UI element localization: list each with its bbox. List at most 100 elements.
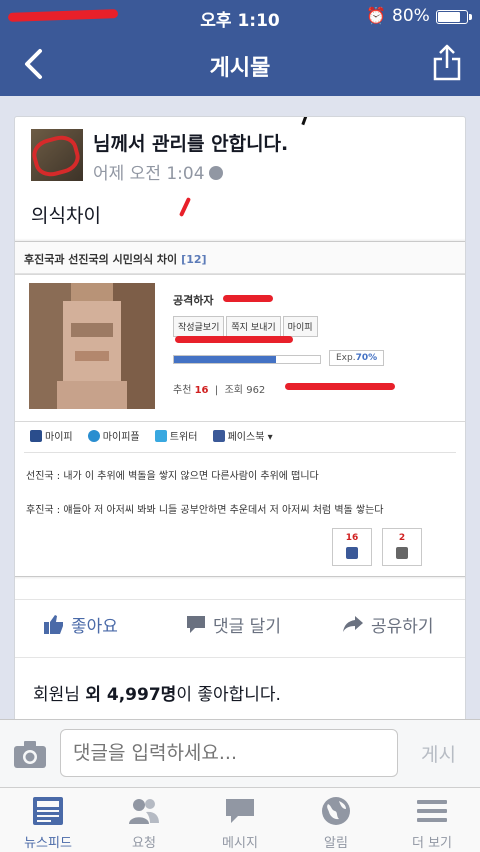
profile-buttons: 작성글보기 쪽지 보내기 마이피 <box>173 315 320 337</box>
likes-summary[interactable]: 회원님 외 4,997명이 좋아합니다. <box>33 680 281 705</box>
share-label: 공유하기 <box>371 617 434 637</box>
vote-down-count: 2 <box>398 533 406 543</box>
tab-label: 뉴스피드 <box>24 836 72 851</box>
blurred-photo <box>29 283 155 409</box>
tab-news-feed[interactable]: 뉴스피드 <box>0 788 96 852</box>
mypi-icon <box>30 430 42 442</box>
share-post-button[interactable]: 공유하기 <box>341 612 434 637</box>
pen-mark <box>301 117 308 126</box>
sns-twitter-label: 트위터 <box>169 432 198 443</box>
embed-title-text: 후진국과 선진국의 시민의식 차이 <box>24 253 178 266</box>
tab-bar: 뉴스피드 요청 메시지 알림 더 보기 <box>0 787 480 852</box>
likes-count: 외 4,997명 <box>85 685 177 705</box>
post-card: 님께서 관리를 안합니다. 어제 오전 1:04 의식차이 후진국과 선진국의 … <box>14 116 466 728</box>
likes-suffix: 이 좋아합니다. <box>176 685 281 705</box>
tab-label: 메시지 <box>222 836 258 851</box>
likes-prefix: 회원님 <box>33 685 86 705</box>
view-posts-button[interactable]: 작성글보기 <box>173 316 225 337</box>
battery-percent: 80% <box>392 6 430 26</box>
vote-up-count: 16 <box>345 533 359 543</box>
sns-mypi[interactable]: 마이피 <box>30 430 73 443</box>
share-arrow-icon <box>343 616 363 632</box>
like-label: 좋아요 <box>71 617 118 637</box>
more-menu-icon <box>417 800 447 822</box>
sns-twitter[interactable]: 트위터 <box>154 430 198 443</box>
facebook-icon <box>212 430 225 442</box>
camera-button[interactable] <box>12 738 48 770</box>
tab-more[interactable]: 더 보기 <box>384 788 480 852</box>
embed-header: 후진국과 선진국의 시민의식 차이 [12] <box>15 242 465 274</box>
exp-value: 70% <box>355 353 378 363</box>
post-text: 의식차이 <box>31 205 101 227</box>
nav-bar: 게시물 <box>0 32 480 96</box>
views-value: 962 <box>246 385 266 396</box>
embed-count: [12] <box>181 253 207 266</box>
page-title: 게시물 <box>209 56 271 81</box>
embed-line-developing: 후진국 : 얘들아 저 아저씨 봐봐 니들 공부안하면 추운데서 저 아저씨 처… <box>26 505 384 516</box>
red-pen-mark <box>178 197 192 217</box>
tab-notifications[interactable]: 알림 <box>288 788 384 852</box>
comment-input[interactable] <box>60 729 398 777</box>
post-actions: 좋아요 댓글 달기 공유하기 <box>15 612 465 642</box>
tab-messages[interactable]: 메시지 <box>192 788 288 852</box>
mypi-button[interactable]: 마이피 <box>282 316 318 337</box>
like-button[interactable]: 좋아요 <box>43 612 118 637</box>
sns-mypeople-label: 마이피플 <box>102 432 140 443</box>
news-feed-icon <box>33 797 63 825</box>
embed-title: 후진국과 선진국의 시민의식 차이 [12] <box>24 251 207 267</box>
exp-label: Exp.70% <box>329 350 385 366</box>
post-stats: 추천 16 | 조회 962 <box>173 385 266 396</box>
embedded-image[interactable]: 후진국과 선진국의 시민의식 차이 [12] 공격하자 작성글보기 쪽지 보내기 마이… <box>15 241 465 577</box>
share-button[interactable] <box>432 42 462 82</box>
post-comment-button[interactable]: 게시 <box>421 740 456 767</box>
rec-value: 16 <box>194 385 209 396</box>
embed-line-advanced: 선진국 : 내가 이 추위에 벽돌을 쌓지 않으면 다른사람이 추위에 떱니다 <box>26 471 319 482</box>
exp-label-text: Exp. <box>336 353 356 363</box>
divider <box>15 599 465 600</box>
rec-label: 추천 <box>173 385 192 396</box>
red-scribble <box>285 383 395 390</box>
alarm-icon: ⏰ <box>366 6 386 25</box>
twitter-icon <box>154 430 167 442</box>
post-author[interactable]: 님께서 관리를 안합니다. <box>93 129 288 156</box>
status-bar: 오후 1:10 ⏰ 80% <box>0 0 480 32</box>
post-timestamp[interactable]: 어제 오전 1:04 <box>93 159 223 184</box>
red-scribble <box>223 295 273 302</box>
tab-label: 더 보기 <box>411 836 452 851</box>
profile-box: 공격하자 작성글보기 쪽지 보내기 마이피 Exp.70% 추천 16 | 조회 9… <box>15 274 465 422</box>
sns-mypi-label: 마이피 <box>45 432 73 443</box>
thumbs-up-icon <box>44 615 63 634</box>
friend-requests-icon <box>129 799 159 824</box>
profile-nickname: 공격하자 <box>173 294 214 307</box>
comment-bar: 게시 <box>0 719 480 787</box>
thumbs-down-icon <box>396 547 408 559</box>
camera-icon <box>14 741 46 768</box>
vote-down-button[interactable]: 2 <box>382 528 422 566</box>
red-scribble <box>175 336 293 343</box>
timestamp-text: 어제 오전 1:04 <box>93 164 205 184</box>
comment-icon <box>187 616 205 633</box>
globe-icon <box>208 166 223 180</box>
notifications-globe-icon <box>322 797 350 825</box>
tab-requests[interactable]: 요청 <box>96 788 192 852</box>
comment-button[interactable]: 댓글 달기 <box>185 612 281 637</box>
messages-icon <box>226 799 254 823</box>
mypeople-icon <box>87 430 100 442</box>
share-icon <box>433 44 461 81</box>
battery-icon <box>436 10 472 24</box>
tab-label: 알림 <box>324 836 348 851</box>
sns-facebook[interactable]: 페이스북 ▾ <box>212 430 273 443</box>
vote-up-button[interactable]: 16 <box>332 528 372 566</box>
exp-progress-bar <box>173 355 321 364</box>
tab-label: 요청 <box>132 836 156 851</box>
thumbs-up-icon <box>346 547 358 559</box>
send-message-button[interactable]: 쪽지 보내기 <box>226 316 281 337</box>
embed-divider <box>24 452 456 453</box>
views-label: 조회 <box>224 385 244 396</box>
sns-mypeople[interactable]: 마이피플 <box>87 430 140 443</box>
divider <box>15 657 465 658</box>
sns-share-row: 마이피 마이피플 트위터 페이스북 ▾ <box>30 428 285 443</box>
comment-label: 댓글 달기 <box>213 617 281 637</box>
sns-facebook-label: 페이스북 <box>227 432 265 443</box>
avatar[interactable] <box>31 129 83 181</box>
